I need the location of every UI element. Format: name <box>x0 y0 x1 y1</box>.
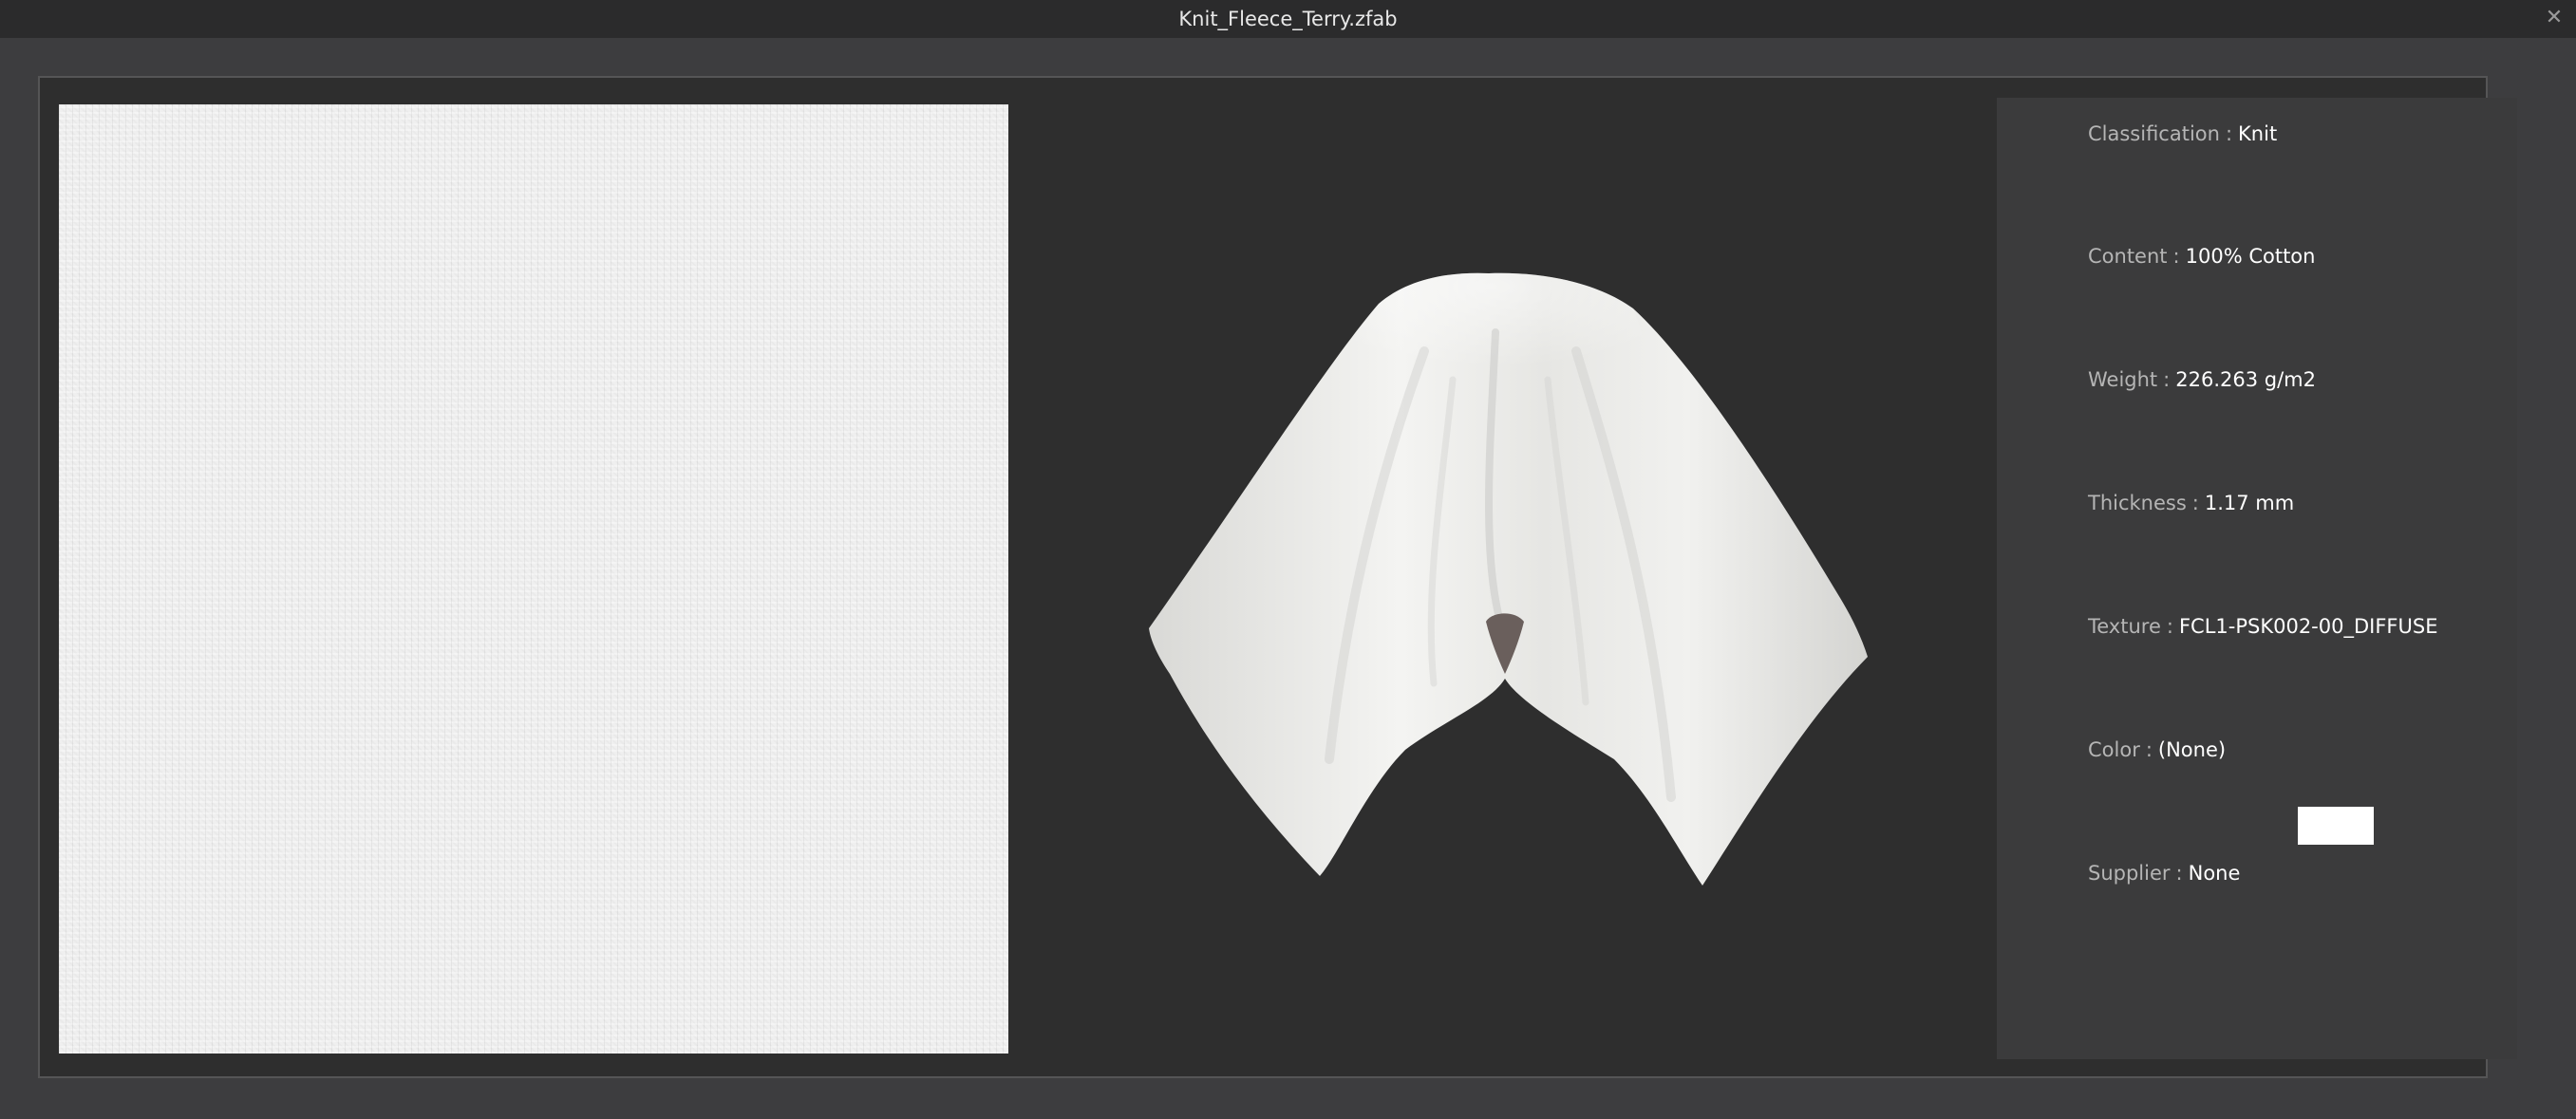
content-separator: : <box>2172 245 2180 268</box>
texture-row: Texture: FCL1-PSK002-00_DIFFUSE <box>2088 607 2437 645</box>
weight-value: 226.263 g/m2 <box>2175 368 2316 391</box>
supplier-separator: : <box>2175 862 2183 885</box>
color-row: Color: (None) <box>2088 731 2226 769</box>
texture-value: FCL1-PSK002-00_DIFFUSE <box>2178 615 2438 638</box>
classification-value: Knit <box>2238 122 2278 145</box>
fabric-drape-preview <box>1149 272 1868 886</box>
thickness-label: Thickness <box>2088 492 2187 514</box>
color-separator: : <box>2145 738 2153 761</box>
texture-separator: : <box>2166 615 2173 638</box>
title-bar: Knit_Fleece_Terry.zfab ✕ <box>0 0 2576 38</box>
thickness-row: Thickness:1.17 mm <box>2088 484 2294 522</box>
classification-row: Classification: Knit <box>2088 115 2277 153</box>
content-row: Content:100% Cotton <box>2088 237 2315 275</box>
classification-label: Classification <box>2088 122 2220 145</box>
fabric-info-panel: Classification: Knit Content:100% Cotton … <box>1997 98 2517 1059</box>
weight-row: Weight:226.263 g/m2 <box>2088 361 2316 399</box>
texture-label: Texture <box>2088 615 2161 638</box>
window-title: Knit_Fleece_Terry.zfab <box>1178 8 1398 30</box>
content-label: Content <box>2088 245 2168 268</box>
weight-label: Weight <box>2088 368 2158 391</box>
weight-separator: : <box>2163 368 2171 391</box>
thickness-separator: : <box>2191 492 2199 514</box>
classification-separator: : <box>2225 122 2233 145</box>
supplier-row: Supplier: None <box>2088 854 2240 892</box>
content-value: 100% Cotton <box>2185 245 2316 268</box>
color-value: (None) <box>2157 738 2227 761</box>
fabric-texture-swatch <box>59 104 1008 1054</box>
thickness-value: 1.17 mm <box>2204 492 2295 514</box>
supplier-value: None <box>2188 862 2241 885</box>
color-swatch[interactable] <box>2298 807 2374 845</box>
supplier-label: Supplier <box>2088 862 2171 885</box>
color-label: Color <box>2088 738 2140 761</box>
close-icon[interactable]: ✕ <box>2540 4 2568 32</box>
